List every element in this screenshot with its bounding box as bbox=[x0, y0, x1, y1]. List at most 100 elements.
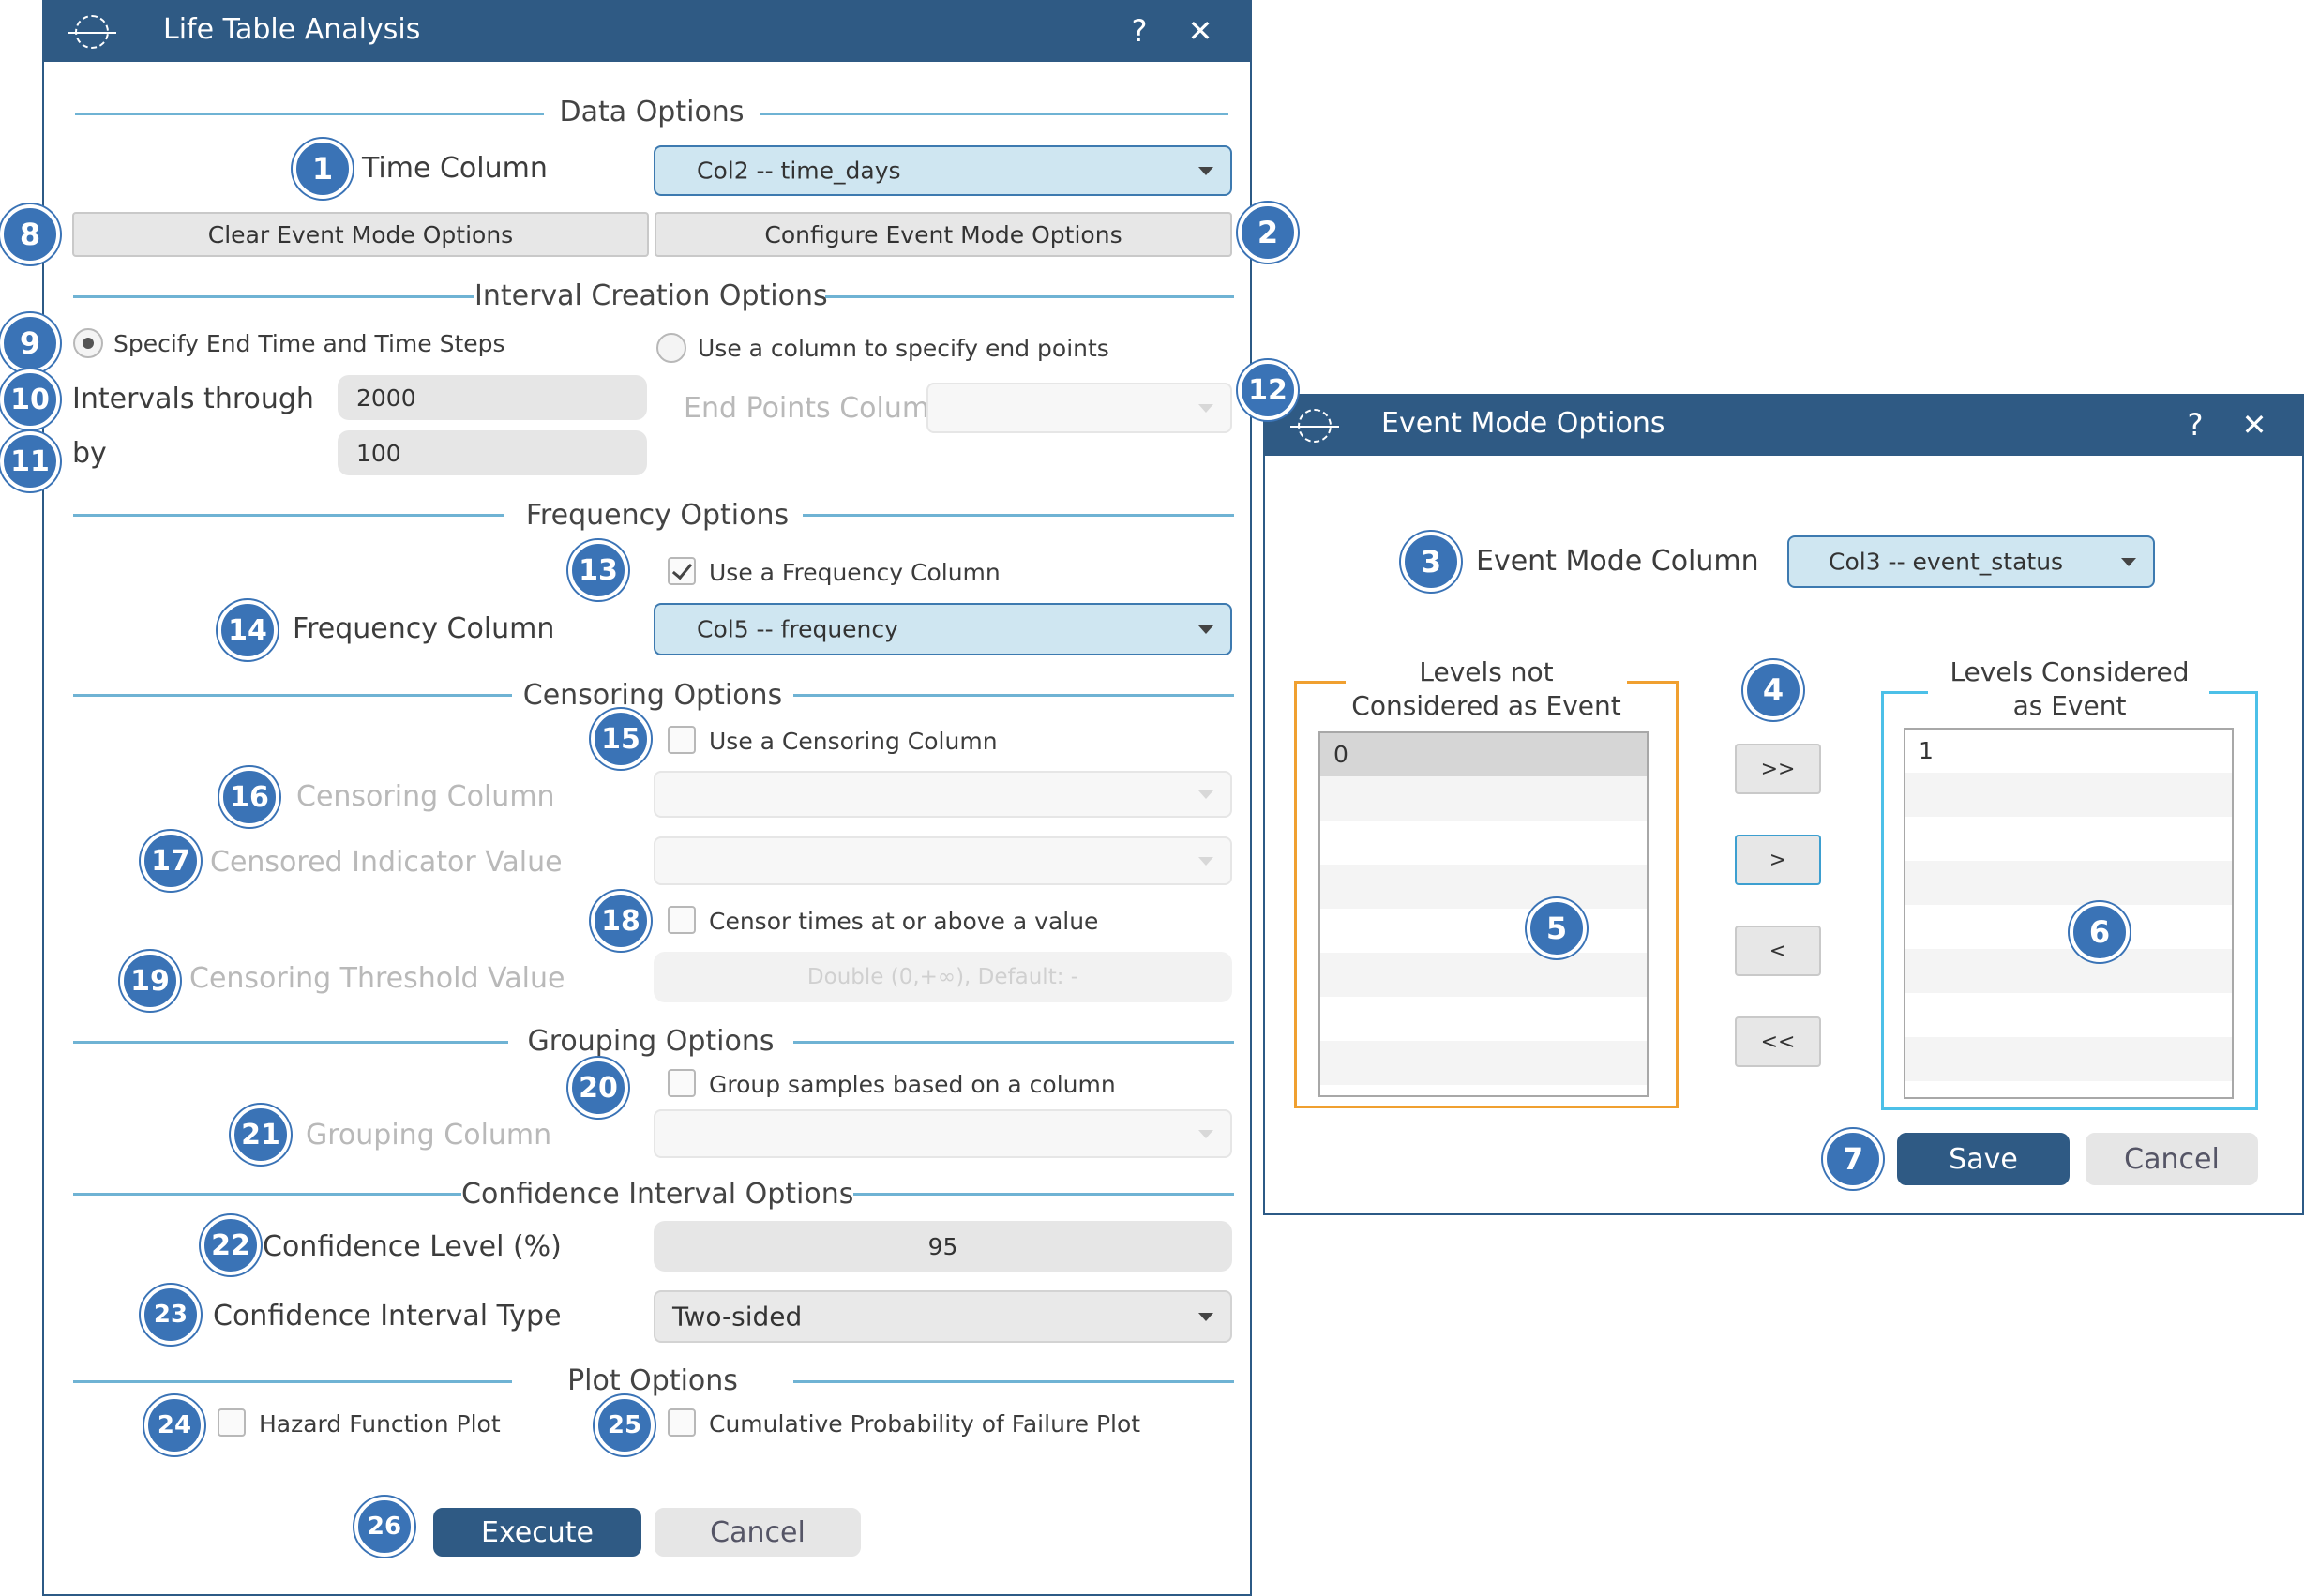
callout-badge-4: 4 bbox=[1743, 660, 1803, 720]
time-column-label: Time Column bbox=[362, 152, 548, 185]
section-title-data-options: Data Options bbox=[559, 96, 745, 128]
callout-badge-6: 6 bbox=[2070, 902, 2130, 962]
list-item bbox=[1905, 905, 2232, 949]
callout-badge-1: 1 bbox=[293, 139, 353, 199]
callout-badge-12: 12 bbox=[1238, 360, 1298, 420]
save-button[interactable]: Save bbox=[1897, 1133, 2070, 1185]
ci-type-select[interactable]: Two-sided bbox=[654, 1290, 1232, 1343]
censoring-column-select[interactable] bbox=[654, 771, 1232, 818]
censor-times-label: Censor times at or above a value bbox=[709, 908, 1099, 935]
execute-button[interactable]: Execute bbox=[433, 1508, 641, 1557]
section-title-interval-options: Interval Creation Options bbox=[474, 279, 828, 312]
time-column-value: Col2 -- time_days bbox=[697, 157, 901, 185]
group-samples-label: Group samples based on a column bbox=[709, 1071, 1116, 1098]
list-item bbox=[1320, 865, 1647, 909]
configure-event-mode-button[interactable]: Configure Event Mode Options bbox=[655, 212, 1232, 257]
event-mode-column-label: Event Mode Column bbox=[1476, 545, 1759, 578]
radio-end-time[interactable] bbox=[73, 328, 103, 358]
section-divider bbox=[793, 1380, 1234, 1383]
help-icon[interactable]: ? bbox=[2181, 407, 2209, 443]
cancel-button[interactable]: Cancel bbox=[655, 1508, 861, 1557]
help-icon[interactable]: ? bbox=[1125, 13, 1153, 49]
event-mode-column-select[interactable]: Col3 -- event_status bbox=[1787, 535, 2155, 588]
censored-indicator-select[interactable] bbox=[654, 836, 1232, 885]
section-divider bbox=[73, 694, 512, 697]
callout-badge-5: 5 bbox=[1527, 898, 1587, 958]
by-input[interactable]: 100 bbox=[338, 430, 647, 475]
hazard-plot-label: Hazard Function Plot bbox=[259, 1410, 501, 1438]
callout-badge-22: 22 bbox=[201, 1215, 261, 1275]
chevron-down-icon bbox=[1198, 404, 1213, 413]
section-divider bbox=[793, 694, 1234, 697]
time-column-select[interactable]: Col2 -- time_days bbox=[654, 145, 1232, 196]
chevron-down-icon bbox=[2121, 558, 2136, 566]
section-divider bbox=[73, 1380, 512, 1383]
use-censoring-checkbox[interactable] bbox=[668, 726, 696, 754]
levels-yes-title-line2: as Event bbox=[2012, 690, 2127, 721]
frequency-column-select[interactable]: Col5 -- frequency bbox=[654, 603, 1232, 655]
app-logo-icon bbox=[68, 15, 116, 49]
callout-badge-16: 16 bbox=[219, 767, 279, 827]
list-item bbox=[1320, 1041, 1647, 1085]
callout-badge-9: 9 bbox=[0, 313, 60, 373]
use-censoring-label: Use a Censoring Column bbox=[709, 728, 998, 755]
levels-not-title-line1: Levels not bbox=[1419, 656, 1554, 687]
chevron-down-icon bbox=[1198, 167, 1213, 175]
list-item bbox=[1320, 821, 1647, 865]
hazard-plot-checkbox[interactable] bbox=[218, 1408, 246, 1437]
close-icon[interactable]: ✕ bbox=[2236, 407, 2273, 443]
end-points-column-label: End Points Column bbox=[684, 392, 948, 425]
frequency-column-value: Col5 -- frequency bbox=[697, 615, 898, 643]
confidence-level-label: Confidence Level (%) bbox=[263, 1230, 562, 1263]
section-title-grouping-options: Grouping Options bbox=[527, 1025, 775, 1058]
section-divider bbox=[73, 1193, 461, 1196]
list-item bbox=[1905, 949, 2232, 993]
end-points-column-select[interactable] bbox=[926, 383, 1232, 433]
list-item bbox=[1905, 1037, 2232, 1081]
ci-type-label: Confidence Interval Type bbox=[213, 1300, 562, 1333]
move-all-right-button[interactable]: >> bbox=[1735, 744, 1821, 794]
callout-badge-10: 10 bbox=[0, 369, 60, 429]
callout-badge-26: 26 bbox=[354, 1497, 414, 1557]
censoring-threshold-input[interactable]: Double (0,+∞), Default: - bbox=[654, 952, 1232, 1002]
chevron-down-icon bbox=[1198, 790, 1213, 799]
radio-column-end-points[interactable] bbox=[656, 333, 686, 363]
move-right-button[interactable]: > bbox=[1735, 835, 1821, 885]
event-cancel-button[interactable]: Cancel bbox=[2086, 1133, 2258, 1185]
list-item bbox=[1905, 817, 2232, 861]
move-all-left-button[interactable]: << bbox=[1735, 1016, 1821, 1067]
use-frequency-checkbox[interactable] bbox=[668, 557, 696, 585]
group-samples-checkbox[interactable] bbox=[668, 1069, 696, 1097]
callout-badge-13: 13 bbox=[568, 540, 628, 600]
section-divider bbox=[760, 113, 1228, 115]
censor-times-checkbox[interactable] bbox=[668, 906, 696, 934]
list-item bbox=[1320, 909, 1647, 953]
callout-badge-14: 14 bbox=[218, 600, 278, 660]
move-left-button[interactable]: < bbox=[1735, 926, 1821, 976]
intervals-through-input[interactable]: 2000 bbox=[338, 375, 647, 420]
cum-prob-plot-checkbox[interactable] bbox=[668, 1408, 696, 1437]
section-title-censoring-options: Censoring Options bbox=[522, 679, 783, 712]
callout-badge-21: 21 bbox=[231, 1105, 291, 1165]
section-divider bbox=[793, 1041, 1234, 1044]
clear-event-mode-button[interactable]: Clear Event Mode Options bbox=[72, 212, 649, 257]
grouping-column-select[interactable] bbox=[654, 1109, 1232, 1158]
levels-yes-title-line1: Levels Considered bbox=[1950, 656, 2190, 687]
close-icon[interactable]: ✕ bbox=[1182, 13, 1219, 49]
list-item bbox=[1905, 993, 2232, 1037]
list-item bbox=[1905, 773, 2232, 817]
callout-badge-23: 23 bbox=[141, 1285, 201, 1345]
callout-badge-2: 2 bbox=[1238, 203, 1298, 263]
levels-yes-list[interactable]: 1 bbox=[1904, 728, 2234, 1099]
by-value: 100 bbox=[356, 439, 401, 467]
list-item bbox=[1320, 953, 1647, 997]
list-item[interactable]: 0 bbox=[1320, 733, 1647, 776]
levels-not-list[interactable]: 0 bbox=[1318, 731, 1649, 1097]
chevron-down-icon bbox=[1198, 1130, 1213, 1138]
confidence-level-input[interactable]: 95 bbox=[654, 1221, 1232, 1272]
section-divider bbox=[825, 295, 1234, 298]
by-label: by bbox=[72, 437, 107, 470]
section-title-plot-options: Plot Options bbox=[567, 1364, 738, 1397]
list-item[interactable]: 1 bbox=[1905, 730, 2232, 773]
callout-badge-8: 8 bbox=[0, 204, 60, 264]
